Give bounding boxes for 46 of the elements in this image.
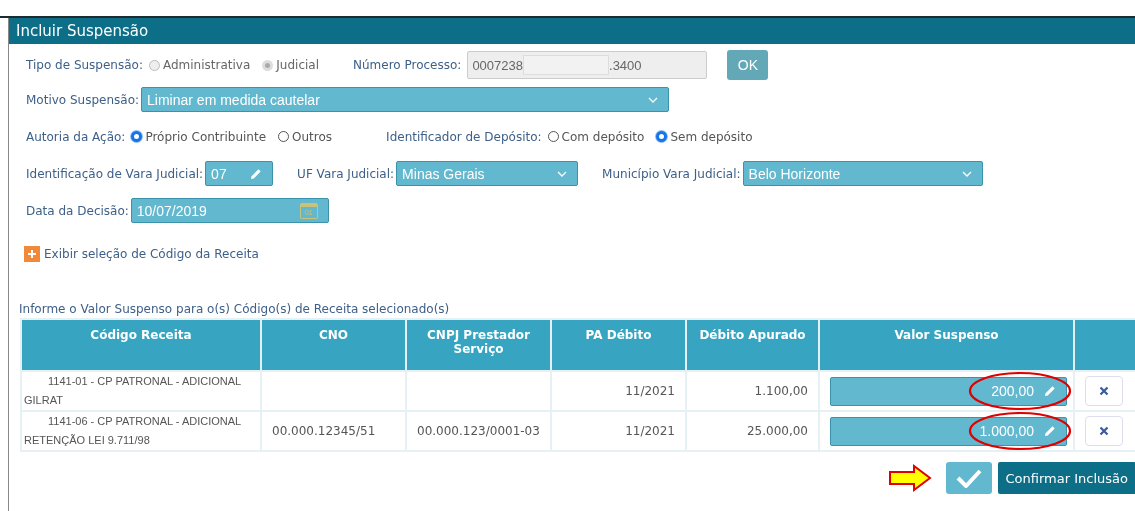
column-header: Valor Suspenso [819, 319, 1074, 371]
window-title: Incluir Suspensão [16, 22, 149, 40]
radio-option[interactable]: Próprio Contribuinte [131, 129, 267, 144]
column-header: CNPJ Prestador Serviço [406, 319, 551, 371]
checkmark-icon [955, 468, 982, 488]
chevron-down-icon [557, 170, 568, 177]
column-header: Débito Apurado [686, 319, 819, 371]
table-cell: 11/2021 [551, 411, 686, 451]
table-cell: 1141-06 - CP PATRONAL - ADICIONAL RETENÇÃO LEI 9.711/98 [21, 411, 261, 451]
chevron-down-icon [648, 96, 659, 103]
column-header: Código Receita [21, 319, 261, 371]
table-cell: 00.000.12345/51 [261, 411, 406, 451]
column-header-blank [1074, 319, 1135, 371]
field-label: Autoria da Ação: [26, 129, 126, 144]
field-label: Número Processo: [353, 58, 462, 72]
field-label: UF Vara Judicial: [297, 166, 395, 181]
close-icon [1099, 386, 1109, 396]
column-header: PA Débito [551, 319, 686, 371]
table-cell: 1.100,00 [686, 371, 819, 411]
ok-button[interactable]: OK [727, 50, 769, 80]
field-label: Motivo Suspensão: [26, 92, 140, 107]
radio-option[interactable]: Sem depósito [656, 129, 753, 144]
table-cell: 11/2021 [551, 371, 686, 411]
table-cell: 00.000.123/0001-03 [406, 411, 551, 451]
radio-option[interactable]: Outros [278, 129, 333, 144]
column-header: CNO [261, 319, 406, 371]
pencil-icon [1044, 425, 1056, 437]
field-label: Identificação de Vara Judicial: [26, 166, 204, 181]
field-label: Identificador de Depósito: [386, 129, 542, 144]
check-button[interactable] [945, 462, 992, 494]
field-label: Tipo de Suspensão: [26, 58, 143, 72]
close-icon [1099, 426, 1109, 436]
table-caption: Informe o Valor Suspenso para o(s) Código(s) de Receita selecionado(s) [19, 302, 451, 316]
field-label: Data da Decisão: [26, 203, 129, 218]
pencil-icon [1044, 385, 1056, 397]
delete-button[interactable] [1085, 416, 1123, 446]
chevron-down-icon [961, 170, 972, 177]
table-cell: 25.000,00 [686, 411, 819, 451]
pencil-icon [250, 167, 263, 180]
delete-button[interactable] [1085, 376, 1123, 406]
confirm-button[interactable]: Confirmar Inclusão [997, 462, 1135, 494]
table-cell: 1141-01 - CP PATRONAL - ADICIONAL GILRAT [21, 371, 261, 411]
process-number-field[interactable]: 0007238 .3400 [467, 51, 708, 79]
field-label: Município Vara Judicial: [602, 166, 741, 181]
expand-link[interactable]: Exibir seleção de Código da Receita [44, 246, 259, 261]
radio-option[interactable]: Com depósito [547, 129, 645, 144]
